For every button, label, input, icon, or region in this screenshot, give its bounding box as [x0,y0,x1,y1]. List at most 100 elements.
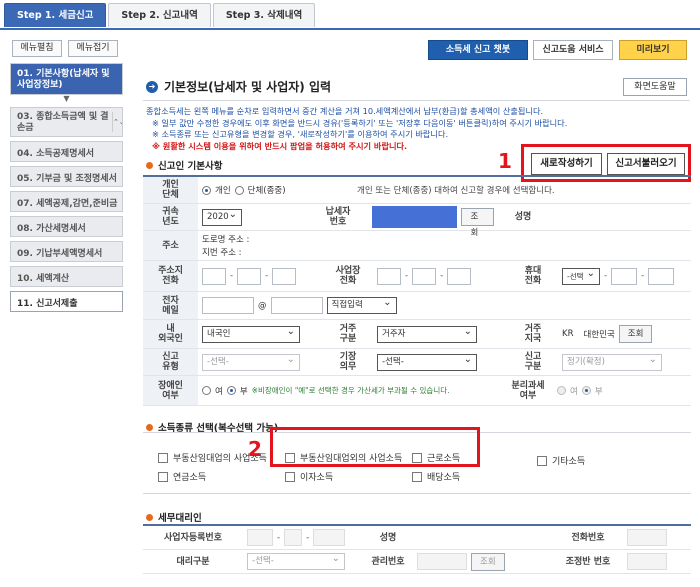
country-name: 대한민국 [583,330,615,340]
mgmt-no-input[interactable] [417,553,467,570]
nationality-select[interactable]: 내국인 [202,324,300,343]
disabled-yes-radio[interactable] [202,386,211,395]
form-row: 전자 메일 @ 직접입력 [143,292,691,320]
taxpayer-no-field: 조회 [368,204,498,238]
checkbox[interactable] [285,471,295,482]
sidebar-item-basic-info[interactable]: 01. 기본사항(납세자 및 사업장정보) [10,63,123,95]
phone-input[interactable] [648,267,675,285]
income-type-option[interactable]: 연금소득 [158,470,206,483]
checkbox[interactable] [158,452,168,463]
mgmt-no-label: 관리번호 [363,550,413,573]
phone-input[interactable] [447,267,472,285]
group-radio[interactable] [234,185,244,195]
income-type-option[interactable]: 이자소득 [285,470,333,483]
section-basic-heading: 신고인 기본사항 [146,158,223,172]
agent-form: 사업자등록번호 - - 성명 전화번호 대리구분 -선택- 관리번호 조회 조정… [143,524,691,574]
sidebar-item-tax-credit[interactable]: 07. 세액공제,감면,준비금 [10,191,123,212]
sidebar-item-prepaid[interactable]: 09. 기납부세액명세서 [10,241,123,262]
agent-type-select[interactable]: -선택- [247,551,345,570]
residence-select[interactable]: 거주자 [377,324,477,343]
screen-help-button[interactable]: 화면도움말 [623,78,687,96]
bookkeeping-label: 기장 의무 [323,349,373,375]
team-no-input[interactable] [627,553,667,570]
tab-step1[interactable]: Step 1. 세금신고 [4,3,107,27]
sidebar-item-income[interactable]: 03. 종합소득금액 및 결손금 ⌃⌄ [10,107,123,137]
disabled-field: 여 부 ※비장애인이 "예"로 선택한 경우 가산세가 부과될 수 있습니다. [198,376,503,405]
taxpayer-no-label: 납세자 번호 [308,204,368,230]
phone-input[interactable] [611,267,638,285]
phone-input[interactable] [272,267,297,285]
email-domain-input[interactable] [270,297,323,314]
email-field: @ 직접입력 [198,292,401,319]
mgmt-lookup-button[interactable]: 조회 [471,552,505,571]
income-type-option[interactable]: 배당소득 [412,470,460,483]
form-row: 사업자등록번호 - - 성명 전화번호 [143,526,691,550]
new-write-button[interactable]: 새로작성하기 [531,153,602,175]
phone-input[interactable] [377,267,401,285]
bookkeeping-select[interactable]: -선택- [377,352,477,371]
report-category-label: 신고 구분 [508,349,558,375]
report-category-select[interactable]: 정기(확정) [562,352,662,371]
year-select[interactable]: 2020 [202,207,242,226]
reg-no-input[interactable] [284,529,303,546]
radio-label: 여 [215,386,223,397]
report-type-select[interactable]: -선택- [202,352,300,371]
sidebar-item-donation[interactable]: 05. 기부금 및 조정명세서 [10,166,123,187]
scroll-arrows-icon[interactable]: ⌃⌄ [112,112,122,132]
separate-no-radio[interactable] [581,386,591,395]
report-type-field: -선택- [198,349,323,375]
mobile-label: 휴대 전화 [508,261,558,291]
reg-no-input[interactable] [313,529,346,546]
sidebar-item-deduction[interactable]: 04. 소득공제명세서 [10,141,123,162]
checkbox[interactable] [158,471,168,482]
country-lookup-button[interactable]: 조회 [618,325,653,343]
tab-step2[interactable]: Step 2. 신고내역 [108,3,211,27]
radio-label: 부 [594,386,603,397]
agent-phone-input[interactable] [627,529,667,546]
phone-input[interactable] [202,267,226,285]
person-radio[interactable] [202,185,211,195]
year-field: 2020 [198,204,308,230]
name-value [548,204,688,230]
phone-input[interactable] [412,267,437,285]
email-id-input[interactable] [202,297,254,314]
checkbox[interactable] [412,471,422,482]
person-type-hint: 개인 또는 단체(종중) 대하여 신고할 경우에 선택합니다. [357,186,555,196]
radio-label: 개인 [215,186,231,196]
sidebar-controls: 메뉴펼침 메뉴접기 [12,40,118,57]
tab-step3[interactable]: Step 3. 삭제내역 [212,3,316,27]
team-no-label: 조정반 번호 [553,550,623,573]
menu-collapse-button[interactable]: 메뉴접기 [68,40,118,57]
taxpayer-lookup-button[interactable]: 조회 [461,208,494,238]
agent-reg-no-label: 사업자등록번호 [143,526,243,549]
phone-input[interactable] [237,267,262,285]
disabled-label: 장애인 여부 [143,376,198,405]
chatbot-button[interactable]: 소득세 신고 챗봇 [428,40,528,60]
mgmt-no-field: 조회 [413,550,553,573]
mobile-prefix-select[interactable]: -선택 [562,266,600,285]
reg-no-input[interactable] [247,529,273,546]
sidebar-item-submit[interactable]: 11. 신고서제출 [10,291,123,312]
annotation-number-1: 1 [498,149,512,173]
sidebar-item-penalty[interactable]: 08. 가산세명세서 [10,216,123,237]
arrow-circle-icon: ➜ [146,80,158,93]
form-row: 장애인 여부 여 부 ※비장애인이 "예"로 선택한 경우 가산세가 부과될 수… [143,376,691,406]
residence-label: 거주 구분 [323,320,373,348]
radio-label: 단체(종중) [247,186,286,196]
help-service-button[interactable]: 신고도움 서비스 [533,40,613,60]
income-type-option[interactable]: 기타소득 [537,454,585,467]
title-divider [143,100,690,101]
sidebar-menu: 01. 기본사항(납세자 및 사업장정보) ▼ 03. 종합소득금액 및 결손금… [10,63,123,316]
load-report-button[interactable]: 신고서불러오기 [607,153,685,175]
sidebar-item-tax-calc[interactable]: 10. 세액계산 [10,266,123,287]
checkbox-label: 배당소득 [427,473,461,483]
email-domain-select[interactable]: 직접입력 [326,295,397,314]
page-title-text: 기본정보(납세자 및 사업자) 입력 [164,80,332,94]
tabs-divider [0,28,700,30]
disabled-no-radio[interactable] [226,386,236,395]
preview-button[interactable]: 미리보기 [619,40,687,60]
menu-expand-button[interactable]: 메뉴펼침 [12,40,62,57]
checkbox[interactable] [537,455,547,466]
separate-yes-radio[interactable] [557,386,566,395]
home-phone-field: - - [198,261,323,291]
